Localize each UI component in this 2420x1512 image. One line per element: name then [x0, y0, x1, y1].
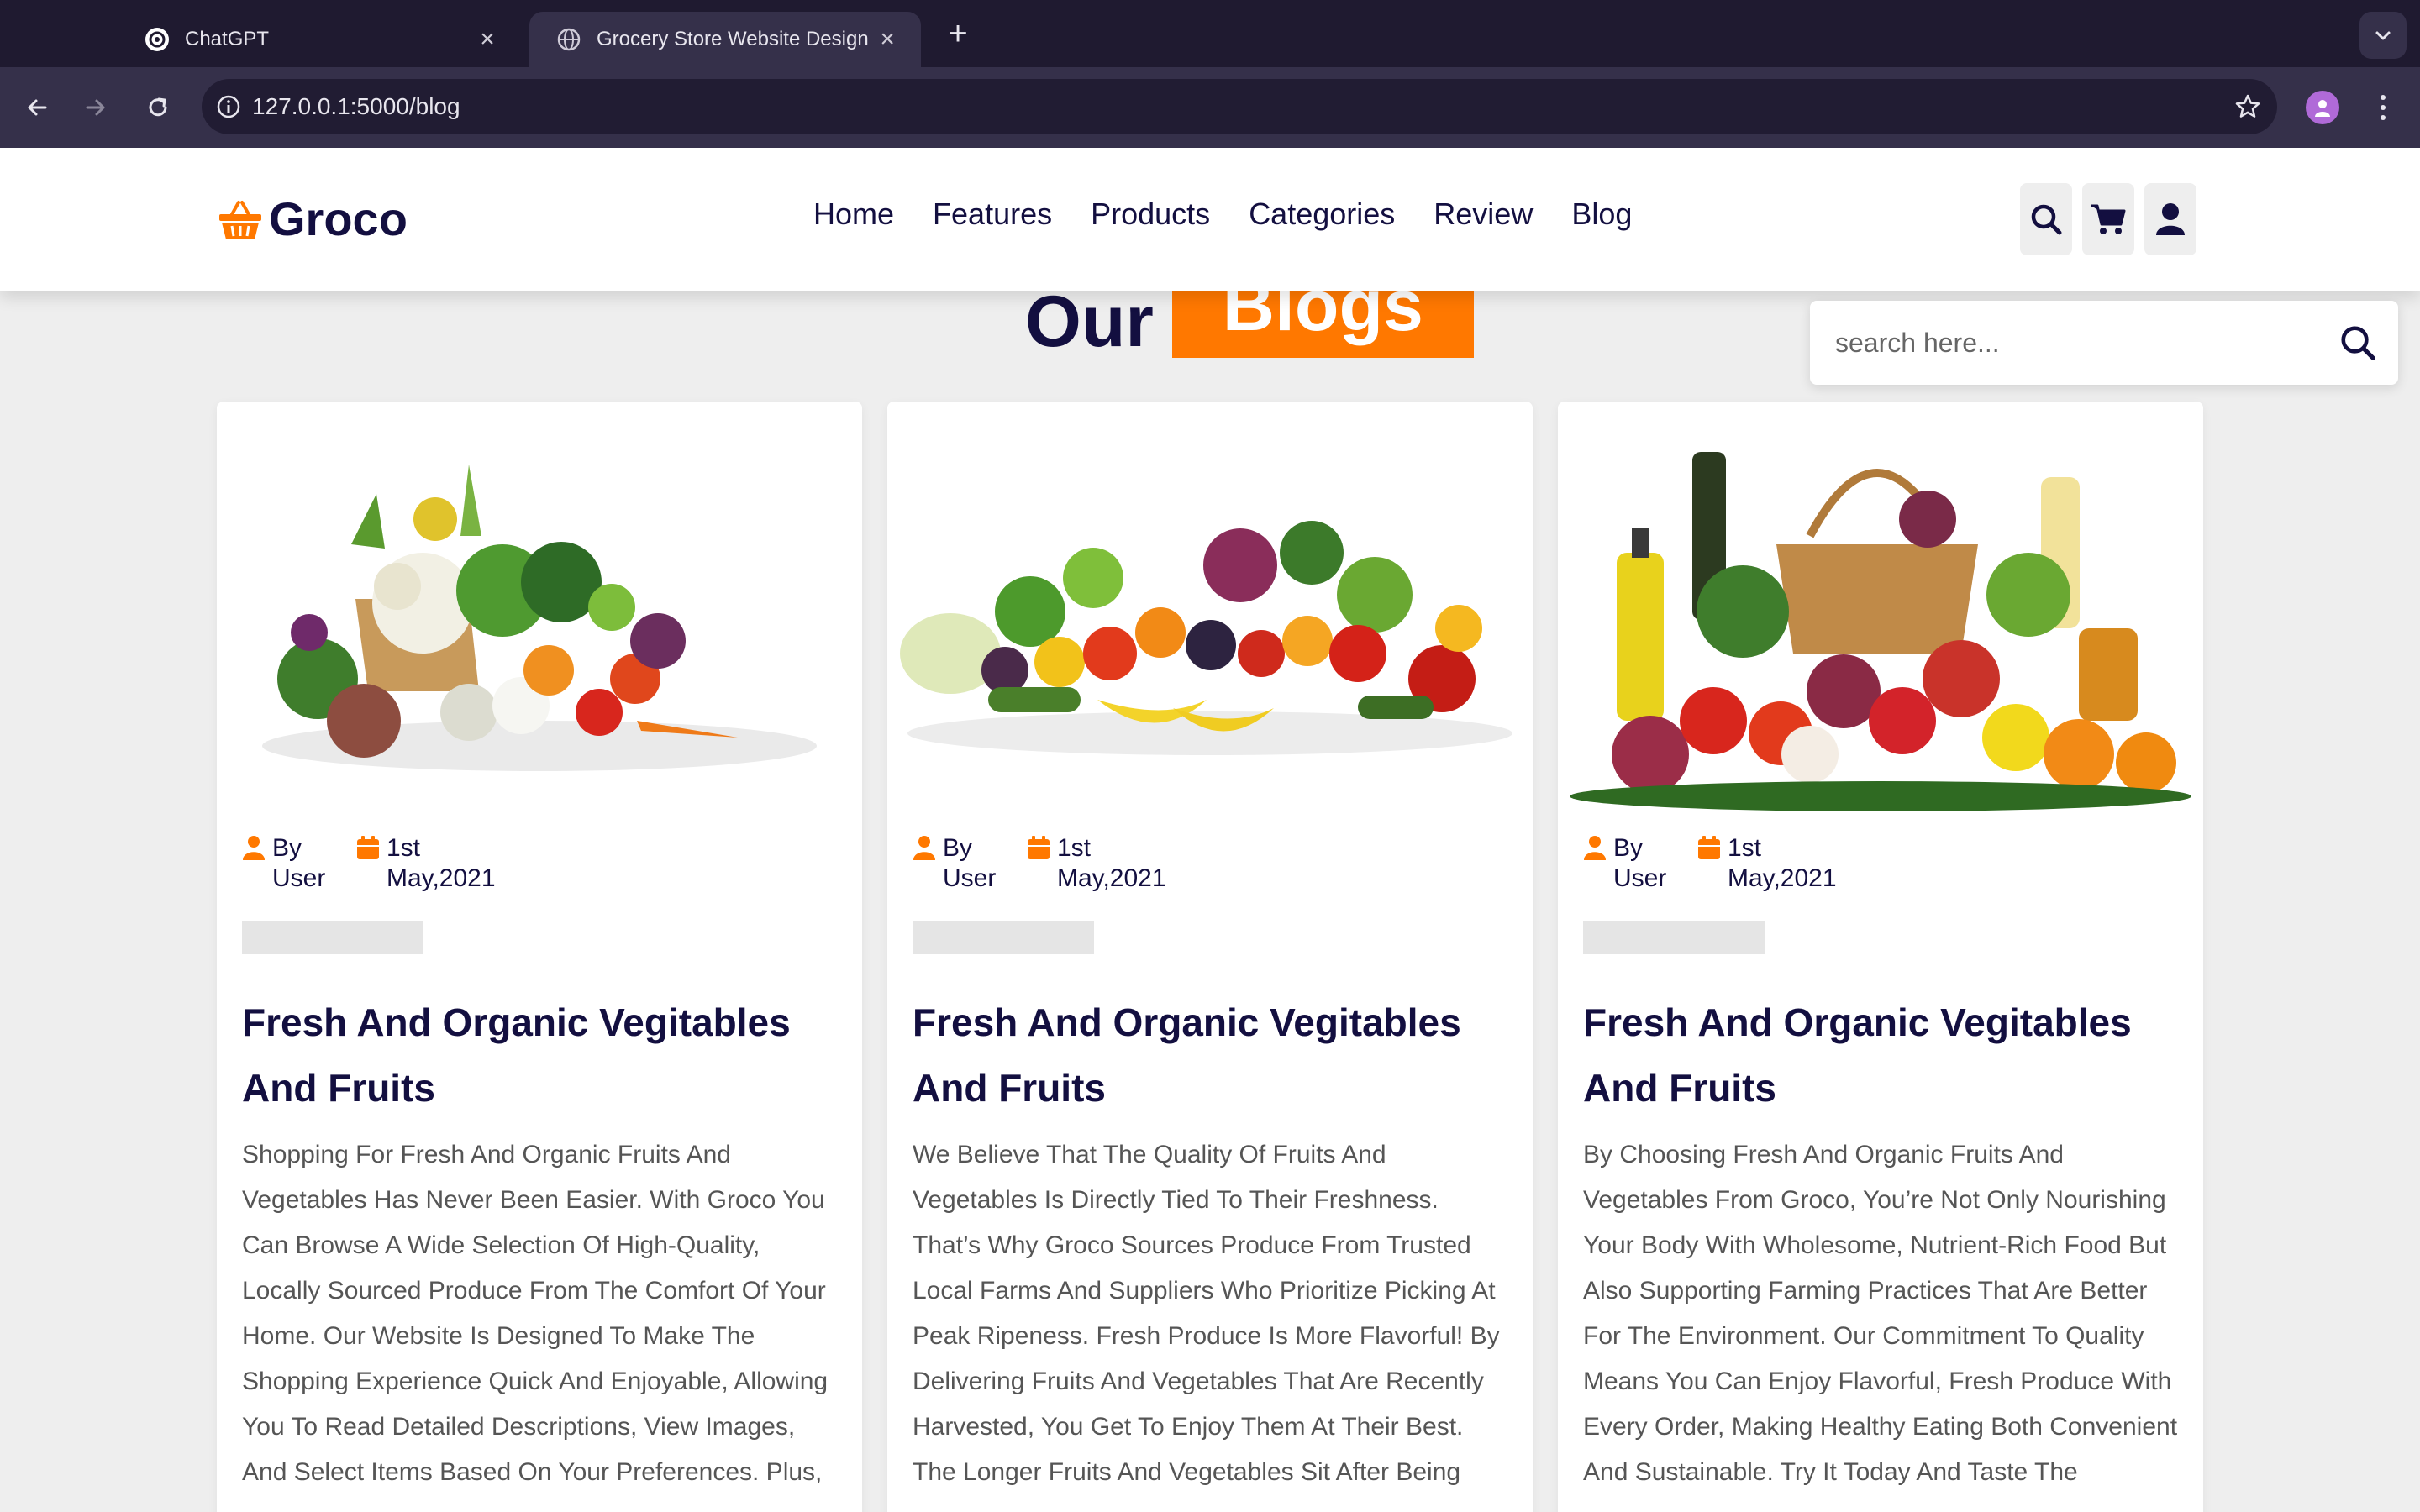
read-more-placeholder[interactable] [242, 921, 424, 954]
search-input[interactable] [1810, 327, 2317, 359]
date: 1st May,2021 [1027, 833, 1175, 894]
back-button[interactable] [17, 87, 57, 128]
author: By User [242, 833, 339, 894]
site-header: Groco Home Features Products Categories … [0, 148, 2420, 291]
search-icon [2341, 326, 2375, 360]
blog-card[interactable]: By User 1st May,2021 Fresh And Organic V… [887, 402, 1533, 1512]
browser-toolbar: 127.0.0.1:5000/blog [0, 67, 2420, 148]
arrow-right-icon [86, 99, 105, 116]
tab-grocery-store[interactable]: Grocery Store Website Design × [529, 12, 921, 67]
chatgpt-icon [145, 28, 169, 51]
date-day: 1st [1728, 834, 1762, 862]
user-icon [243, 836, 265, 860]
forward-button[interactable] [76, 87, 116, 128]
date: 1st May,2021 [356, 833, 504, 894]
search-form [1810, 301, 2398, 385]
author-name: User [272, 864, 326, 892]
site-info-icon[interactable] [215, 93, 242, 120]
tab-search-button[interactable] [2360, 12, 2407, 59]
calendar-icon [1698, 836, 1720, 859]
author-label: By [272, 834, 302, 862]
date: 1st May,2021 [1697, 833, 1845, 894]
author-name: User [943, 864, 997, 892]
reload-button[interactable] [138, 87, 178, 128]
nav-features[interactable]: Features [933, 197, 1052, 232]
blog-text: Shopping For Fresh And Organic Fruits An… [242, 1141, 829, 1486]
author: By User [913, 833, 1010, 894]
close-icon[interactable]: × [872, 25, 902, 54]
main-nav: Home Features Products Categories Review… [813, 197, 1632, 232]
profile-avatar[interactable] [2306, 91, 2339, 124]
address-bar[interactable]: 127.0.0.1:5000/blog [202, 79, 2277, 134]
blog-text: By Choosing Fresh And Organic Fruits And… [1583, 1141, 2178, 1486]
blog-image [217, 402, 862, 811]
cart-icon [2091, 204, 2126, 234]
search-icon [2031, 204, 2062, 235]
arrow-left-icon [28, 99, 47, 116]
tab-chatgpt[interactable]: ChatGPT × [118, 12, 521, 67]
header-icons [2020, 183, 2196, 255]
fruits-vegetables-image [887, 402, 1533, 811]
page-viewport: Our Blogs Groco Home Features Products C… [0, 148, 2420, 1512]
search-submit-button[interactable] [2317, 323, 2398, 362]
cart-button[interactable] [2082, 183, 2134, 255]
blog-text: We Believe That The Quality Of Fruits An… [913, 1141, 1500, 1486]
blog-meta: By User 1st May,2021 [242, 833, 837, 894]
nav-home[interactable]: Home [813, 197, 894, 232]
author-name: User [1613, 864, 1667, 892]
author-label: By [943, 834, 973, 862]
blog-grid: By User 1st May,2021 Fresh And Organic V… [217, 402, 2203, 1512]
chevron-down-icon [2375, 31, 2391, 40]
blog-image [887, 402, 1533, 811]
tab-title: Grocery Store Website Design [597, 28, 869, 50]
close-icon[interactable]: × [472, 25, 502, 54]
date-month-year: May,2021 [1057, 864, 1166, 892]
date-day: 1st [387, 834, 421, 862]
blog-title: Fresh And Organic Vegitables And Fruits [913, 1000, 1461, 1110]
reload-icon [149, 97, 167, 117]
blog-title: Fresh And Organic Vegitables And Fruits [1583, 1000, 2132, 1110]
nav-categories[interactable]: Categories [1249, 197, 1395, 232]
user-icon [913, 836, 935, 860]
date-month-year: May,2021 [1728, 864, 1837, 892]
date-month-year: May,2021 [387, 864, 496, 892]
calendar-icon [1028, 836, 1050, 859]
blog-card[interactable]: By User 1st May,2021 Fresh And Organic V… [1558, 402, 2203, 1512]
browser-menu-button[interactable] [2368, 86, 2398, 129]
new-tab-button[interactable]: + [939, 15, 976, 52]
url-text: 127.0.0.1:5000/blog [252, 93, 460, 119]
author: By User [1583, 833, 1681, 894]
user-icon [1584, 836, 1606, 860]
basket-icon [219, 200, 261, 239]
tab-title: ChatGPT [185, 28, 270, 50]
logo-text: Groco [269, 192, 408, 245]
blog-card[interactable]: By User 1st May,2021 Fresh And Organic V… [217, 402, 862, 1512]
logo[interactable]: Groco [217, 192, 408, 246]
calendar-icon [357, 836, 379, 859]
vegetables-image [217, 402, 862, 811]
search-button[interactable] [2020, 183, 2072, 255]
profile-icon [2315, 100, 2330, 117]
heading-text: Our [1025, 281, 1154, 362]
nav-products[interactable]: Products [1091, 197, 1210, 232]
blog-title: Fresh And Organic Vegitables And Fruits [242, 1000, 791, 1110]
grocery-basket-image [1558, 402, 2203, 811]
date-day: 1st [1057, 834, 1092, 862]
bookmark-star-icon[interactable] [2233, 92, 2262, 121]
user-button[interactable] [2144, 183, 2196, 255]
user-icon [2156, 203, 2185, 235]
blog-image [1558, 402, 2203, 811]
nav-blog[interactable]: Blog [1571, 197, 1632, 232]
read-more-placeholder[interactable] [913, 921, 1094, 954]
globe-icon [557, 28, 581, 51]
author-label: By [1613, 834, 1644, 862]
blog-meta: By User 1st May,2021 [1583, 833, 2178, 894]
read-more-placeholder[interactable] [1583, 921, 1765, 954]
browser-tab-bar: ChatGPT × Grocery Store Website Design ×… [0, 0, 2420, 67]
blog-meta: By User 1st May,2021 [913, 833, 1507, 894]
nav-review[interactable]: Review [1434, 197, 1533, 232]
